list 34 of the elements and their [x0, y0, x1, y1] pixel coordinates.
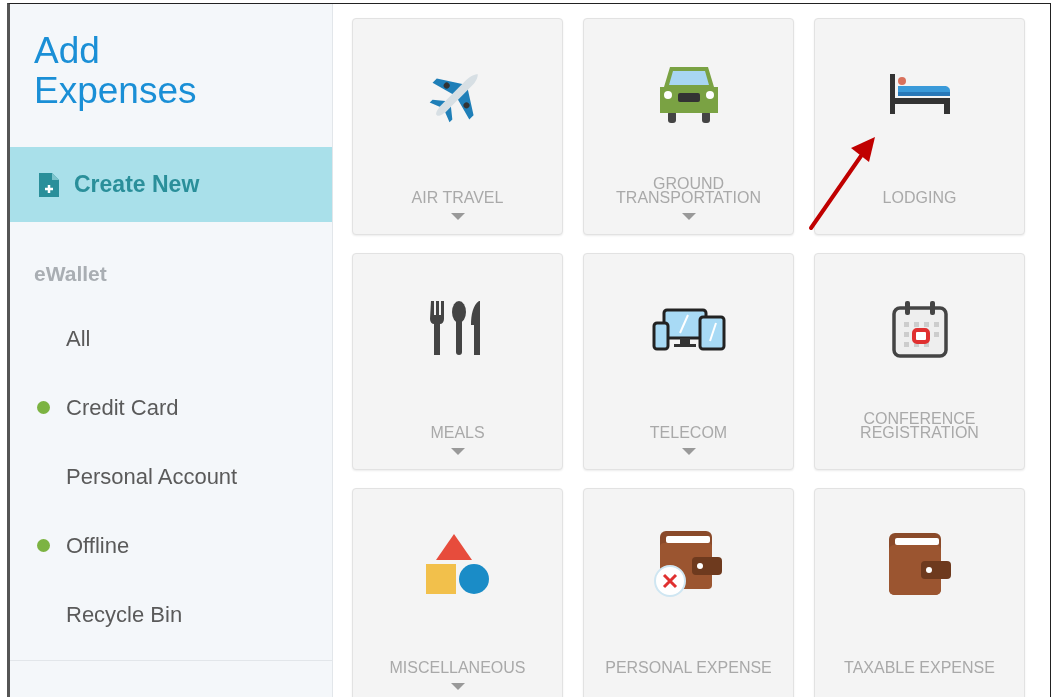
devices-icon: [651, 307, 726, 351]
tile-label: TELECOM: [648, 423, 729, 440]
tile-label: AIR TRAVEL: [410, 188, 505, 205]
calendar-icon: [891, 300, 948, 358]
section-heading: eWallet: [34, 261, 108, 287]
expense-category-tile[interactable]: CONFERENCE REGISTRATION: [814, 253, 1025, 470]
wallet-icon: [886, 531, 953, 597]
expense-category-tile[interactable]: AIR TRAVEL: [352, 18, 563, 235]
car-icon: [657, 65, 720, 123]
tile-label: GROUND TRANSPORTATION: [615, 174, 762, 205]
wallet-icon: [653, 529, 724, 599]
expense-category-tile[interactable]: TAXABLE EXPENSE: [814, 488, 1025, 697]
tile-label: TAXABLE EXPENSE: [843, 658, 996, 675]
sidebar-item[interactable]: All: [66, 321, 91, 355]
tile-label: CONFERENCE REGISTRATION: [859, 409, 980, 440]
sidebar-item[interactable]: Offline: [66, 528, 130, 562]
shapes-icon: [425, 532, 490, 596]
sidebar-item[interactable]: Personal Account: [66, 459, 238, 493]
bed-icon: [887, 72, 952, 116]
tile-label: MISCELLANEOUS: [388, 658, 527, 675]
tile-label: LODGING: [881, 188, 958, 205]
tile-label: PERSONAL EXPENSE: [604, 658, 773, 675]
expense-category-tile[interactable]: LODGING: [814, 18, 1025, 235]
page-title: Add Expenses: [34, 31, 198, 111]
create-new-button[interactable]: Create New: [10, 147, 332, 222]
expense-category-tile[interactable]: PERSONAL EXPENSE: [583, 488, 794, 697]
expense-category-tile[interactable]: MISCELLANEOUS: [352, 488, 563, 697]
expense-category-tile[interactable]: TELECOM: [583, 253, 794, 470]
add-document-icon: [38, 171, 60, 198]
sidebar-item[interactable]: Credit Card: [66, 390, 179, 424]
tile-label: MEALS: [429, 423, 486, 440]
expense-category-tile[interactable]: MEALS: [352, 253, 563, 470]
expense-category-tile[interactable]: GROUND TRANSPORTATION: [583, 18, 794, 235]
sidebar-item[interactable]: Recycle Bin: [66, 597, 183, 631]
